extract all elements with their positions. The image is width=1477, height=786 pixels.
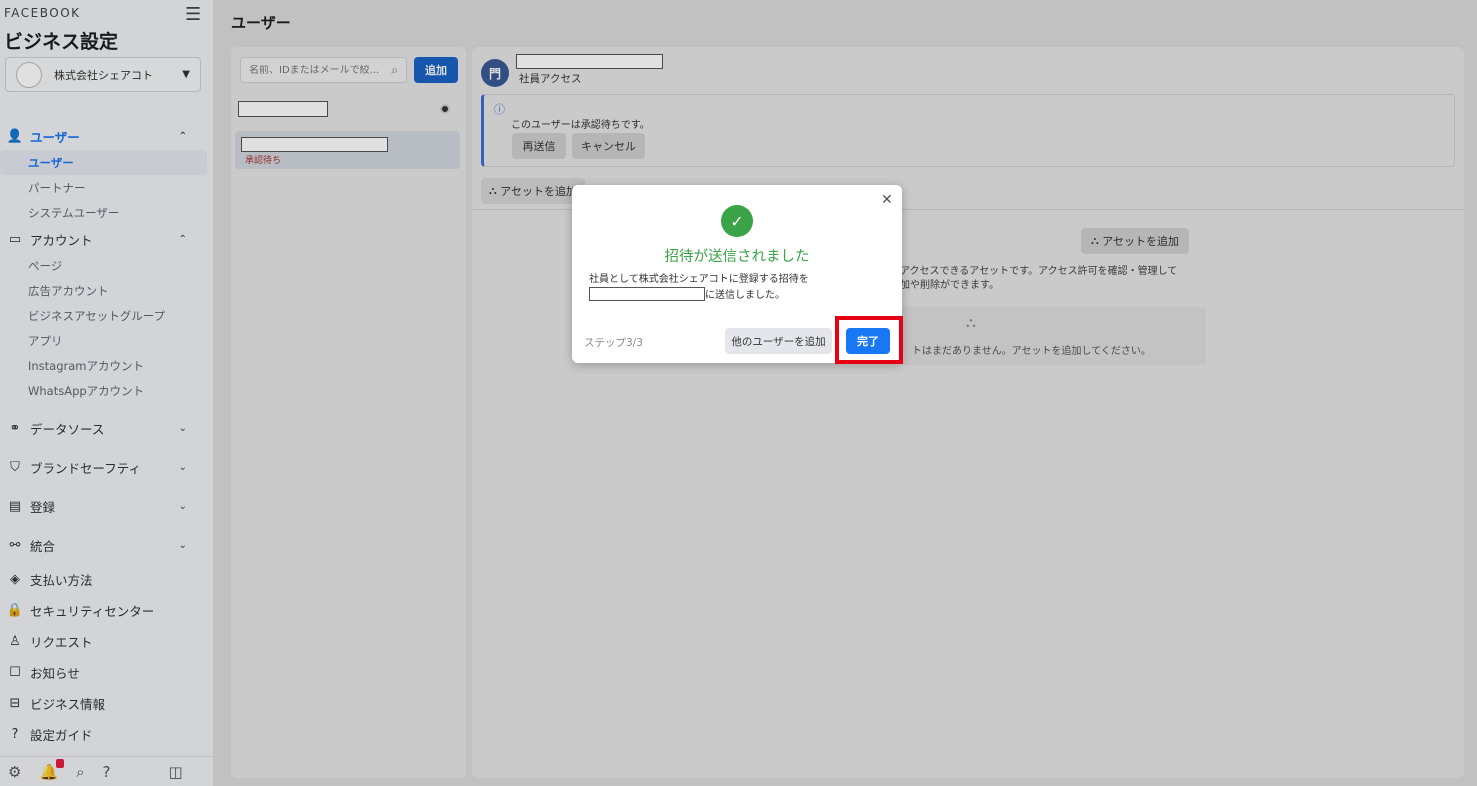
step-indicator: ステップ3/3 [584,337,643,349]
dialog-body-line: 社員として株式会社シェアコトに登録する招待を [589,274,809,285]
close-icon[interactable]: ✕ [881,192,893,208]
add-other-user-button[interactable]: 他のユーザーを追加 [725,328,832,354]
invite-sent-dialog: ✕ ✓ 招待が送信されました 社員として株式会社シェアコトに登録する招待を に送… [572,185,903,364]
dialog-body-line: に送信しました。 [589,287,889,303]
dialog-body: 社員として株式会社シェアコトに登録する招待を に送信しました。 [589,273,889,303]
dialog-title: 招待が送信されました [664,249,810,265]
checkmark-icon: ✓ [721,205,753,237]
dialog-body-suffix: に送信しました。 [705,290,785,301]
done-button[interactable]: 完了 [846,328,890,354]
modal-overlay [0,0,1477,786]
redacted-email [589,287,705,301]
